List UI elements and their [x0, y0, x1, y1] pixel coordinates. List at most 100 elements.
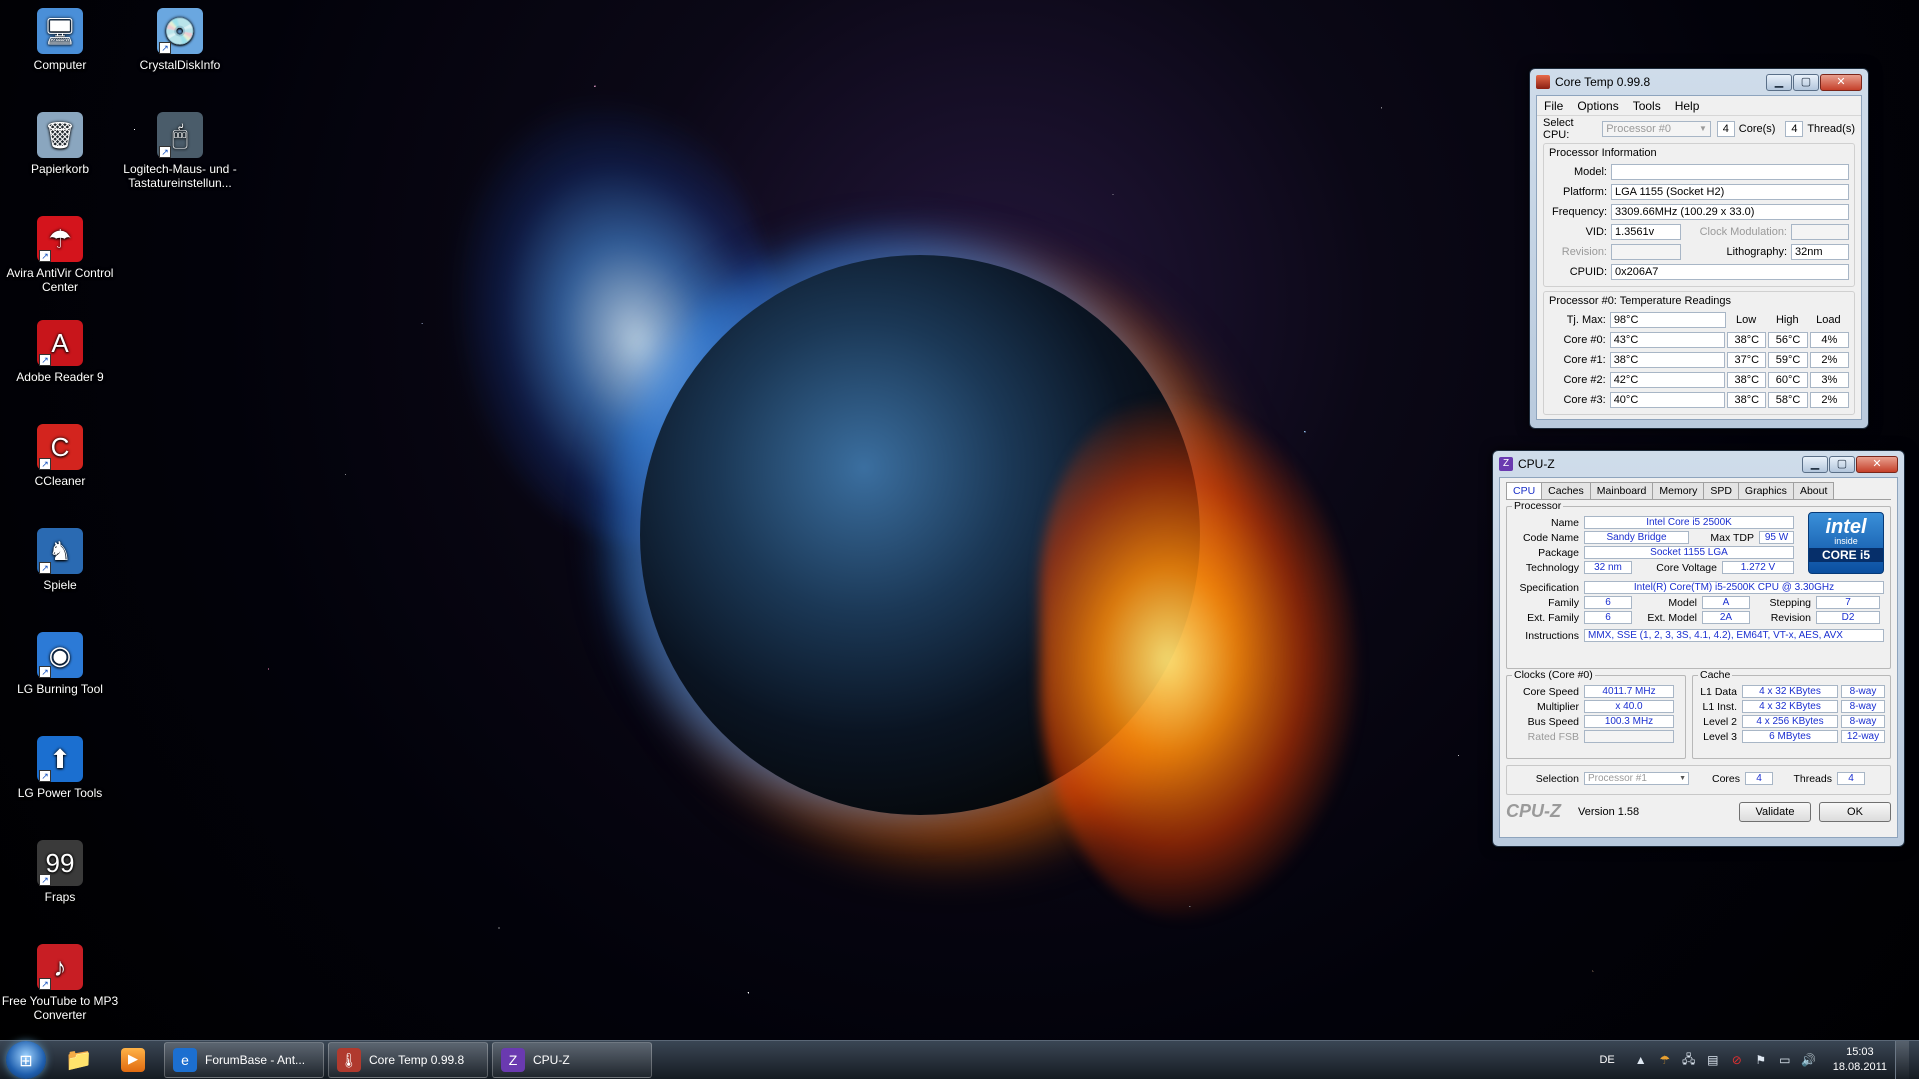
cpuz-window[interactable]: Z CPU-Z ▁ ▢ ✕ CPU Caches Mainboard Memor…: [1492, 450, 1905, 847]
core-temp-value: 38°C: [1609, 352, 1726, 368]
volume-tray-icon[interactable]: 🔊: [1801, 1052, 1817, 1068]
desktop-icon-label: Logitech-Maus- und -Tastatureinstellun..…: [123, 162, 237, 190]
menu-help[interactable]: Help: [1668, 99, 1707, 113]
technology-label: Technology: [1525, 561, 1579, 574]
taskbar-item[interactable]: e ForumBase - Ant...: [164, 1042, 324, 1078]
maxtdp-label: Max TDP: [1710, 531, 1754, 544]
tjmax-value: 98°C: [1609, 312, 1726, 328]
temperature-readings-title: Processor #0: Temperature Readings: [1549, 295, 1732, 307]
taskbar-item[interactable]: Z CPU-Z: [492, 1042, 652, 1078]
ok-button[interactable]: OK: [1819, 801, 1891, 822]
platform-label: Platform:: [1562, 186, 1607, 198]
desktop-icon[interactable]: 99 ↗ Fraps: [0, 840, 120, 904]
maximize-button[interactable]: ▢: [1829, 455, 1855, 473]
processor-info-title: Processor Information: [1549, 147, 1657, 159]
menu-file[interactable]: File: [1537, 99, 1570, 113]
action-center-flag-icon[interactable]: ⚑: [1753, 1052, 1769, 1068]
codename-label: Code Name: [1522, 531, 1579, 544]
minimize-button[interactable]: ▁: [1802, 455, 1828, 473]
system-tray: DE ▲ ☂ 🖧 ▤ ⊘ ⚑ ▭ 🔊 15:03 18.08.2011: [1599, 1041, 1919, 1079]
cache-group-title: Cache: [1698, 669, 1733, 681]
shortcut-arrow-icon: ↗: [39, 458, 51, 470]
coretemp-titlebar[interactable]: Core Temp 0.99.8 ▁ ▢ ✕: [1536, 69, 1862, 95]
pinned-media-player[interactable]: ▶: [106, 1042, 160, 1078]
name-label: Name: [1550, 516, 1579, 529]
tab-graphics[interactable]: Graphics: [1737, 482, 1794, 499]
cache-level-label: Level 2: [1703, 715, 1737, 728]
network-tray-icon[interactable]: 🖧: [1681, 1052, 1697, 1068]
power-tray-icon[interactable]: ▭: [1777, 1052, 1793, 1068]
tray-overflow-icon[interactable]: ▲: [1633, 1052, 1649, 1068]
select-cpu-dropdown[interactable]: Processor #0 ▼: [1602, 121, 1711, 137]
desktop-icon-label: Free YouTube to MP3 Converter: [1, 994, 119, 1022]
desktop-icon[interactable]: 🗑 Papierkorb: [0, 112, 120, 176]
corevoltage-value: 1.272 V: [1722, 561, 1794, 574]
avira-icon: ☂ ↗: [37, 216, 83, 262]
core-temp-value: 42°C: [1609, 372, 1726, 388]
menu-tools[interactable]: Tools: [1626, 99, 1668, 113]
cache-size-value: 4 x 32 KBytes: [1742, 700, 1838, 713]
close-button[interactable]: ✕: [1856, 455, 1898, 473]
family-value: 6: [1584, 596, 1632, 609]
cpuz-titlebar[interactable]: Z CPU-Z ▁ ▢ ✕: [1499, 451, 1898, 477]
close-button[interactable]: ✕: [1820, 73, 1862, 91]
menu-options[interactable]: Options: [1570, 99, 1625, 113]
core-temp-value: 43°C: [1609, 332, 1726, 348]
tab-spd[interactable]: SPD: [1703, 482, 1739, 499]
clock-date: 18.08.2011: [1832, 1061, 1887, 1073]
taskbar-item-label: ForumBase - Ant...: [205, 1053, 306, 1067]
desktop-icon[interactable]: 💿 ↗ CrystalDiskInfo: [120, 8, 240, 72]
cache-group: Cache L1 Data 4 x 32 KBytes 8-way L1 Inst. 4…: [1692, 669, 1891, 759]
desktop-icon[interactable]: ◉ ↗ LG Burning Tool: [0, 632, 120, 696]
selection-dropdown[interactable]: Processor #1 ▼: [1584, 772, 1689, 785]
shortcut-arrow-icon: ↗: [159, 42, 171, 54]
desktop-icon[interactable]: ♞ ↗ Spiele: [0, 528, 120, 592]
core-high-value: 58°C: [1768, 392, 1808, 408]
validate-button[interactable]: Validate: [1739, 801, 1811, 822]
core-low-value: 38°C: [1727, 392, 1767, 408]
instructions-label: Instructions: [1525, 629, 1579, 642]
clock-time: 15:03: [1846, 1046, 1874, 1058]
taskbar-item[interactable]: 🌡 Core Temp 0.99.8: [328, 1042, 488, 1078]
show-desktop-button[interactable]: [1895, 1041, 1909, 1079]
clock[interactable]: 15:03 18.08.2011: [1833, 1045, 1887, 1075]
desktop-icon[interactable]: ☂ ↗ Avira AntiVir Control Center: [0, 216, 120, 294]
instructions-value: MMX, SSE (1, 2, 3, 3S, 4.1, 4.2), EM64T,…: [1584, 629, 1884, 642]
language-indicator[interactable]: DE: [1599, 1054, 1614, 1066]
coretemp-window[interactable]: Core Temp 0.99.8 ▁ ▢ ✕ File Options Tool…: [1529, 68, 1869, 429]
tab-cpu[interactable]: CPU: [1506, 482, 1543, 499]
cache-way-value: 8-way: [1841, 685, 1885, 698]
avira-tray-icon[interactable]: ☂: [1657, 1052, 1673, 1068]
desktop-icon-label: CCleaner: [34, 474, 86, 488]
cpuid-label: CPUID:: [1569, 266, 1607, 278]
corespeed-value: 4011.7 MHz: [1584, 685, 1674, 698]
desktop-icon[interactable]: ♪ ↗ Free YouTube to MP3 Converter: [0, 944, 120, 1022]
antivir-tray-icon[interactable]: ⊘: [1729, 1052, 1745, 1068]
desktop-icon[interactable]: C ↗ CCleaner: [0, 424, 120, 488]
minimize-button[interactable]: ▁: [1766, 73, 1792, 91]
revision-value: D2: [1816, 611, 1880, 624]
tab-mainboard[interactable]: Mainboard: [1589, 482, 1654, 499]
cpuz-version: Version 1.58: [1578, 805, 1640, 818]
tab-caches[interactable]: Caches: [1541, 482, 1591, 499]
frequency-value: 3309.66MHz (100.29 x 33.0): [1611, 204, 1849, 220]
pinned-explorer[interactable]: 📁: [52, 1042, 106, 1078]
threads-count: 4: [1785, 121, 1804, 137]
desktop-icon[interactable]: ⬆ ↗ LG Power Tools: [0, 736, 120, 800]
tab-memory[interactable]: Memory: [1652, 482, 1705, 499]
desktop-icon[interactable]: A ↗ Adobe Reader 9: [0, 320, 120, 384]
shortcut-arrow-icon: ↗: [39, 666, 51, 678]
desktop-icon[interactable]: 🖥 Computer: [0, 8, 120, 72]
wallpaper-fire: [1040, 400, 1360, 920]
tab-about[interactable]: About: [1792, 482, 1835, 499]
display-tray-icon[interactable]: ▤: [1705, 1052, 1721, 1068]
start-button[interactable]: ⊞: [6, 1041, 46, 1079]
cpuid-value: 0x206A7: [1611, 264, 1849, 280]
cache-row: L1 Data 4 x 32 KBytes 8-way: [1698, 684, 1885, 699]
threads-label: Threads: [1793, 772, 1832, 785]
lg-burning-tool-icon: ◉ ↗: [37, 632, 83, 678]
chevron-down-icon: ▼: [1679, 775, 1686, 782]
threads-value: 4: [1837, 772, 1865, 785]
desktop-icon[interactable]: 🖱 ↗ Logitech-Maus- und -Tastatureinstellun…: [120, 112, 240, 190]
maximize-button[interactable]: ▢: [1793, 73, 1819, 91]
